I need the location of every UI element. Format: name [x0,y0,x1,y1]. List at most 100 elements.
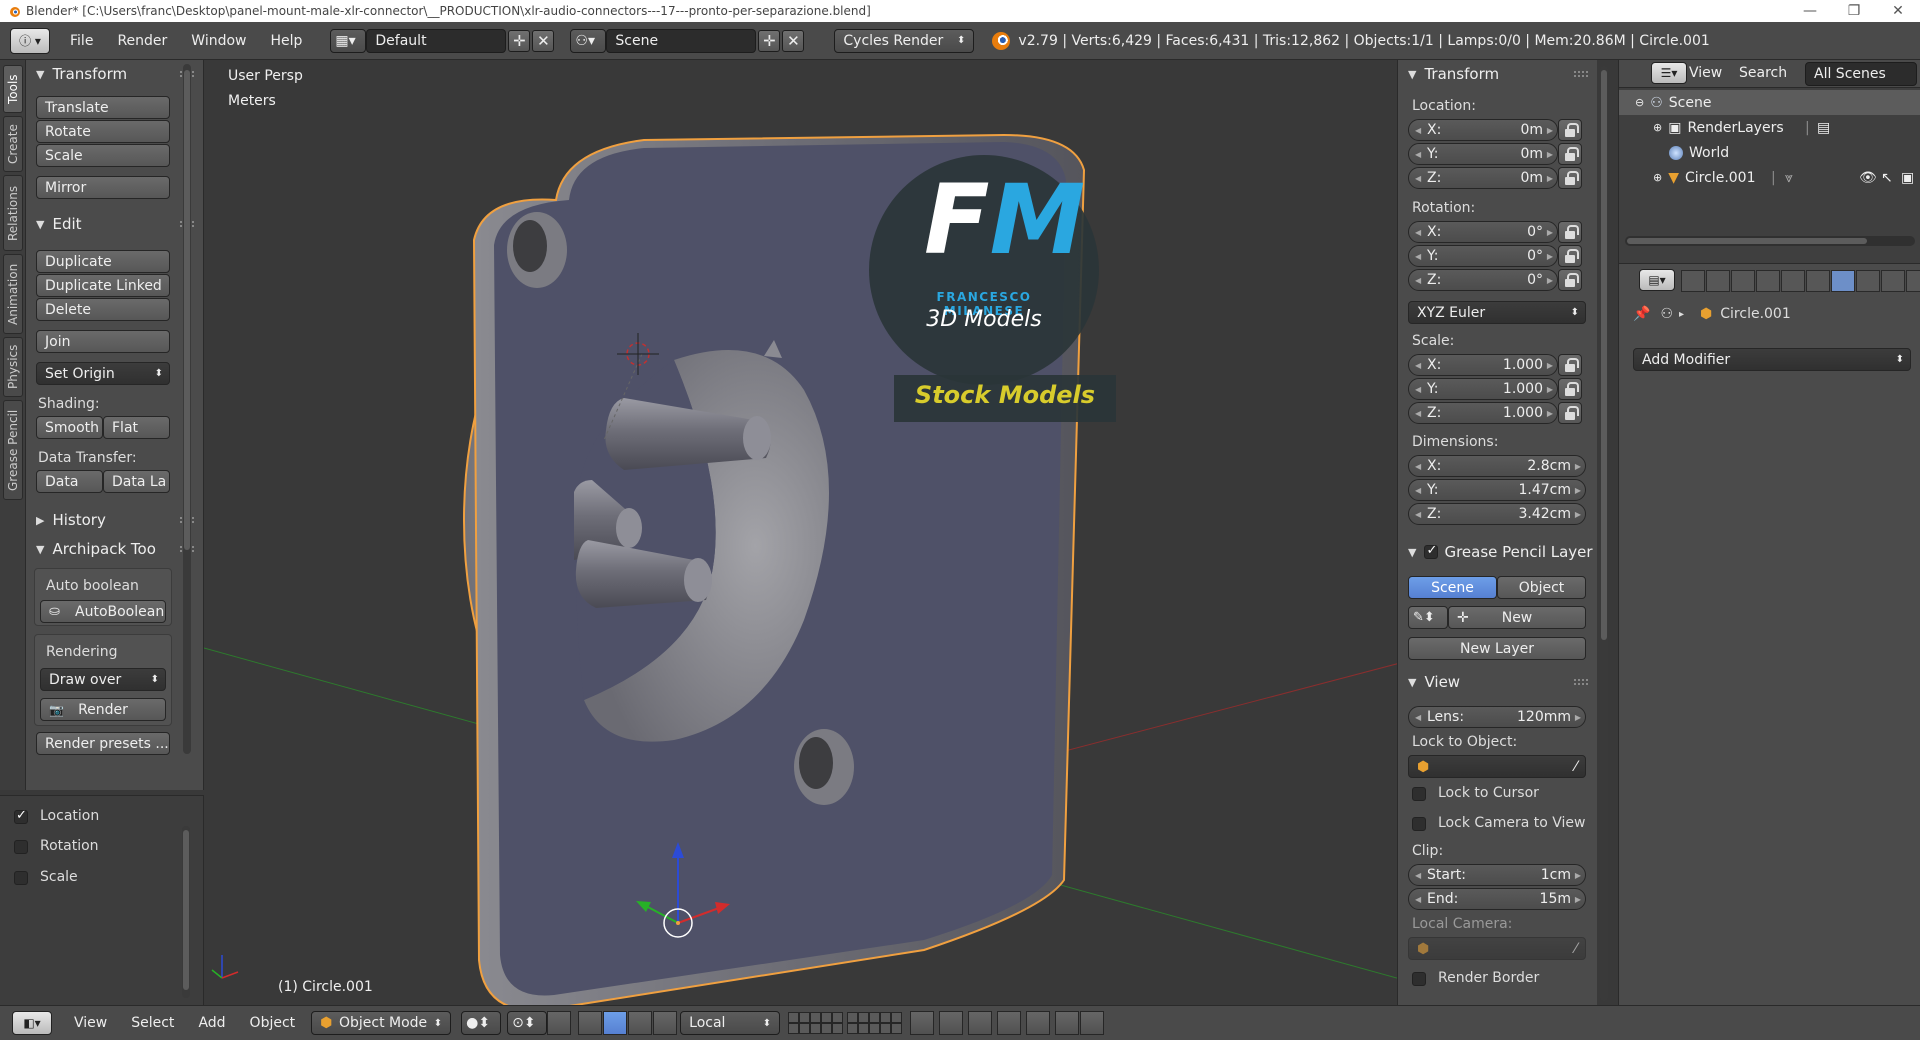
render-border-checkbox[interactable] [1412,972,1426,986]
set-origin-dropdown[interactable]: Set Origin ⬍ [36,362,170,385]
autoboolean-button[interactable]: ⛀ AutoBoolean [40,600,166,623]
lock-rotation-x-icon[interactable] [1558,221,1582,243]
scale-x-field[interactable]: ◀ X: 1.000 ▶ [1408,354,1558,376]
gp-brush-selector[interactable]: ✎⬍ [1408,606,1448,629]
tab-animation[interactable]: Animation [3,254,23,334]
rotation-z-field[interactable]: ◀ Z: 0° ▶ [1408,269,1558,291]
expand-toggle-icon[interactable]: ⊕ [1653,121,1662,134]
operator-scrollbar[interactable] [182,826,190,998]
outliner-row-scene[interactable]: ⊖ ⚇ Scene [1619,90,1920,115]
panel-header-archipack[interactable]: ▼ Archipack Too [26,537,204,561]
panel-header-grease-pencil-layer[interactable]: ▼ Grease Pencil Layer [1398,540,1597,564]
screen-layout-field[interactable]: Default [366,28,507,53]
menu-view[interactable]: View [62,1015,119,1031]
collapse-toggle-icon[interactable]: ⊖ [1635,96,1644,109]
tab-relations[interactable]: Relations [3,175,23,251]
proportional-editing-icon[interactable] [939,1011,964,1035]
object-tab-icon[interactable] [1781,270,1805,292]
data-tab-icon[interactable] [1856,270,1880,292]
render-button[interactable]: 📷 Render [40,698,166,721]
scale-manipulator-icon[interactable] [653,1011,678,1035]
clip-end-field[interactable]: ◀ End: 15m ▶ [1408,888,1586,910]
pin-icon[interactable]: 📌 [1633,306,1650,322]
snap-target-icon[interactable] [1026,1011,1051,1035]
lock-rotation-z-icon[interactable] [1558,269,1582,291]
3d-viewport[interactable]: User Persp Meters (1) Circle.001 FM FRAN… [204,60,1404,1005]
rotation-x-field[interactable]: ◀ X: 0° ▶ [1408,221,1558,243]
constraints-tab-icon[interactable] [1806,270,1830,292]
tab-tools[interactable]: Tools [3,65,23,113]
add-screen-button[interactable]: ✛ [508,29,531,52]
visibility-eye-icon[interactable]: 👁 [1859,170,1877,186]
lock-scale-z-icon[interactable] [1558,402,1582,424]
gp-scene-toggle[interactable]: Scene [1408,576,1497,599]
drag-grip-icon[interactable] [1574,679,1588,685]
remove-scene-button[interactable]: ✕ [782,29,805,52]
outliner-menu-view[interactable]: View [1689,65,1722,81]
rotate-manipulator-icon[interactable] [628,1011,653,1035]
opengl-animation-icon[interactable] [1080,1011,1105,1035]
menu-render[interactable]: Render [105,33,179,49]
scrollbar-thumb[interactable] [1627,238,1867,244]
scale-checkbox[interactable] [14,871,28,885]
scale-button[interactable]: Scale [36,144,170,167]
menu-object[interactable]: Object [238,1015,308,1031]
flat-button[interactable]: Flat [103,416,170,439]
render-presets-button[interactable]: Render presets ... [36,732,170,755]
menu-window[interactable]: Window [179,33,258,49]
outliner-row-world[interactable]: World [1619,140,1920,165]
snap-toggle-icon[interactable] [968,1011,993,1035]
tab-grease-pencil[interactable]: Grease Pencil [3,400,23,500]
drag-grip-icon[interactable] [1574,71,1588,77]
gp-object-toggle[interactable]: Object [1497,576,1586,599]
render-engine-dropdown[interactable]: Cycles Render ⬍ [834,28,975,53]
snap-element-icon[interactable] [997,1011,1022,1035]
tab-create[interactable]: Create [3,116,23,172]
outliner-display-mode[interactable]: All Scenes [1805,62,1917,86]
scale-y-field[interactable]: ◀ Y: 1.000 ▶ [1408,378,1558,400]
manipulator-toggle-icon[interactable] [547,1011,572,1035]
outliner-h-scrollbar[interactable] [1625,236,1915,246]
lock-to-cursor-checkbox[interactable] [1412,787,1426,801]
viewport-shading-dropdown[interactable]: ●⬍ [461,1011,502,1035]
close-button[interactable]: ✕ [1876,3,1920,19]
menu-select[interactable]: Select [119,1015,186,1031]
panel-header-edit[interactable]: ▼ Edit [26,212,204,236]
grease-pencil-enable-checkbox[interactable] [1424,543,1439,559]
mirror-button[interactable]: Mirror [36,176,170,199]
gp-new-button[interactable]: ✛ New [1448,606,1586,629]
opengl-render-icon[interactable] [1055,1011,1080,1035]
render-tab-icon[interactable] [1681,270,1705,292]
manipulator-axes-icon[interactable] [578,1011,603,1035]
clip-start-field[interactable]: ◀ Start: 1cm ▶ [1408,864,1586,886]
interaction-mode-dropdown[interactable]: ⬢ Object Mode ⬍ [311,1011,452,1035]
menu-file[interactable]: File [58,33,105,49]
lock-camera-to-view-checkbox[interactable] [1412,817,1426,831]
draw-over-dropdown[interactable]: Draw over ⬍ [40,668,166,691]
scene-icon-button[interactable]: ⚇▾ [570,28,607,53]
delete-button[interactable]: Delete [36,298,170,321]
scrollbar-thumb[interactable] [184,70,190,550]
scale-z-field[interactable]: ◀ Z: 1.000 ▶ [1408,402,1558,424]
properties-editor-type[interactable]: ▤▾ [1639,269,1675,291]
layer-buttons-group-2[interactable] [847,1012,903,1034]
modifiers-wrench-tab-icon[interactable] [1831,270,1855,292]
add-modifier-dropdown[interactable]: Add Modifier ⬍ [1633,348,1911,371]
lock-object-field[interactable]: ⬢ ⁄ [1408,755,1586,778]
lock-location-x-icon[interactable] [1558,119,1582,141]
duplicate-button[interactable]: Duplicate [36,250,170,273]
panel-header-view[interactable]: ▼ View [1398,670,1597,694]
lock-location-z-icon[interactable] [1558,167,1582,189]
tool-shelf-scrollbar[interactable] [183,64,191,754]
local-camera-field[interactable]: ⬢ ⁄ [1408,937,1586,960]
location-checkbox[interactable] [14,808,28,824]
panel-header-transform-n[interactable]: ▼ Transform [1398,62,1597,86]
duplicate-linked-button[interactable]: Duplicate Linked [36,274,170,297]
location-z-field[interactable]: ◀ Z: 0m ▶ [1408,167,1558,189]
texture-tab-icon[interactable] [1906,270,1920,292]
scene-field[interactable]: Scene [606,28,757,53]
dimension-z-field[interactable]: ◀ Z: 3.42cm ▶ [1408,503,1586,525]
panel-header-history[interactable]: ▶ History [26,508,204,532]
outliner-editor-type[interactable]: ☰▾ [1651,62,1687,84]
selectability-cursor-icon[interactable]: ↖ [1881,170,1893,186]
